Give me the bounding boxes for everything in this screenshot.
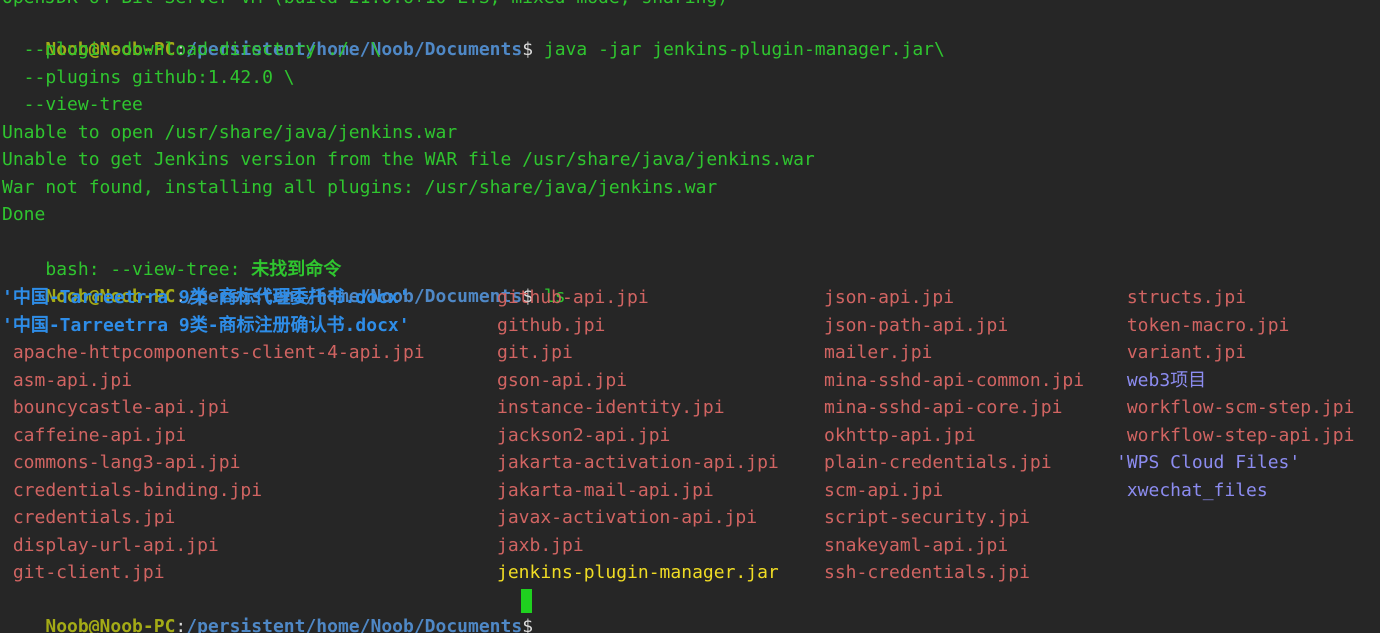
command-continuation: --view-tree [2, 94, 143, 115]
file-entry: ssh-credentials.jpi [824, 562, 1030, 583]
file-entry: scm-api.jpi [824, 479, 944, 501]
prompt-line-2: Noob@Noob-PC:/persistent/home/Noob/Docum… [2, 256, 565, 307]
directory-entry: 'WPS Cloud Files' [1116, 452, 1301, 473]
file-entry: '中国-Tarreetrra 9类-商标代理委托书.docx' [2, 287, 410, 308]
file-entry: mina-sshd-api-common.jpi [824, 369, 1085, 391]
file-entry: jackson2-api.jpi [497, 424, 671, 446]
file-entry: structs.jpi [1116, 287, 1247, 308]
file-entry: jenkins-plugin-manager.jar [497, 562, 779, 583]
file-entry: json-path-api.jpi [824, 314, 1009, 336]
text-cursor [521, 589, 532, 613]
file-entry: git-client.jpi [2, 562, 165, 583]
file-entry: gson-api.jpi [497, 369, 628, 391]
directory-entry: xwechat_files [1116, 479, 1268, 501]
terminal-window[interactable]: OpenJDK 64-Bit Server VM (build 21.0.6+1… [0, 0, 1380, 633]
file-entry: credentials.jpi [2, 507, 176, 528]
output-line: Unable to open /usr/share/java/jenkins.w… [2, 122, 458, 143]
prompt-line-3: Noob@Noob-PC:/persistent/home/Noob/Docum… [2, 586, 533, 633]
file-entry: variant.jpi [1116, 342, 1247, 363]
file-entry: token-macro.jpi [1116, 314, 1290, 336]
file-entry: instance-identity.jpi [497, 397, 725, 418]
prompt-user-host: Noob@Noob-PC [45, 616, 176, 633]
prompt-dollar: $ [522, 39, 534, 60]
file-entry: json-api.jpi [824, 287, 955, 308]
file-entry: mina-sshd-api-core.jpi [824, 397, 1063, 418]
output-line: Unable to get Jenkins version from the W… [2, 149, 815, 170]
prompt-colon: : [175, 616, 187, 633]
command-text: java -jar jenkins-plugin-manager.jar\ [533, 39, 945, 60]
file-entry: javax-activation-api.jpi [497, 507, 758, 528]
output-line: War not found, installing all plugins: /… [2, 177, 718, 198]
file-entry: okhttp-api.jpi [824, 424, 976, 446]
file-entry: plain-credentials.jpi [824, 452, 1052, 473]
command-continuation: --plugin-download-directory ./ \ [2, 39, 382, 60]
output-line: Done [2, 204, 46, 225]
file-entry: '中国-Tarreetrra 9类-商标注册确认书.docx' [2, 314, 410, 336]
file-entry: asm-api.jpi [2, 369, 133, 391]
file-entry: commons-lang3-api.jpi [2, 452, 241, 473]
file-entry: script-security.jpi [824, 507, 1030, 528]
file-entry: caffeine-api.jpi [2, 424, 187, 446]
file-entry: jaxb.jpi [497, 534, 584, 556]
file-entry: snakeyaml-api.jpi [824, 534, 1009, 556]
file-entry: jakarta-mail-api.jpi [497, 479, 714, 501]
file-entry: workflow-step-api.jpi [1116, 424, 1355, 446]
command-continuation: --plugins github:1.42.0 \ [2, 67, 295, 88]
file-entry: git.jpi [497, 342, 573, 363]
file-entry: apache-httpcomponents-client-4-api.jpi [2, 342, 425, 363]
file-entry: workflow-scm-step.jpi [1116, 397, 1355, 418]
directory-entry: web3项目 [1116, 369, 1207, 391]
bash-error-line: bash: --view-tree: 未找到命令 [2, 229, 341, 280]
prompt-line-1: Noob@Noob-PC:/persistent/home/Noob/Docum… [2, 9, 945, 60]
file-entry: github.jpi [497, 314, 606, 336]
file-entry: credentials-binding.jpi [2, 479, 263, 501]
file-entry: github-api.jpi [497, 287, 649, 308]
file-entry: jakarta-activation-api.jpi [497, 452, 779, 473]
file-entry: mailer.jpi [824, 342, 933, 363]
prompt-dollar: $ [522, 616, 534, 633]
file-entry: display-url-api.jpi [2, 534, 219, 556]
prompt-path: /persistent/home/Noob/Documents [186, 616, 523, 633]
file-entry: bouncycastle-api.jpi [2, 397, 230, 418]
